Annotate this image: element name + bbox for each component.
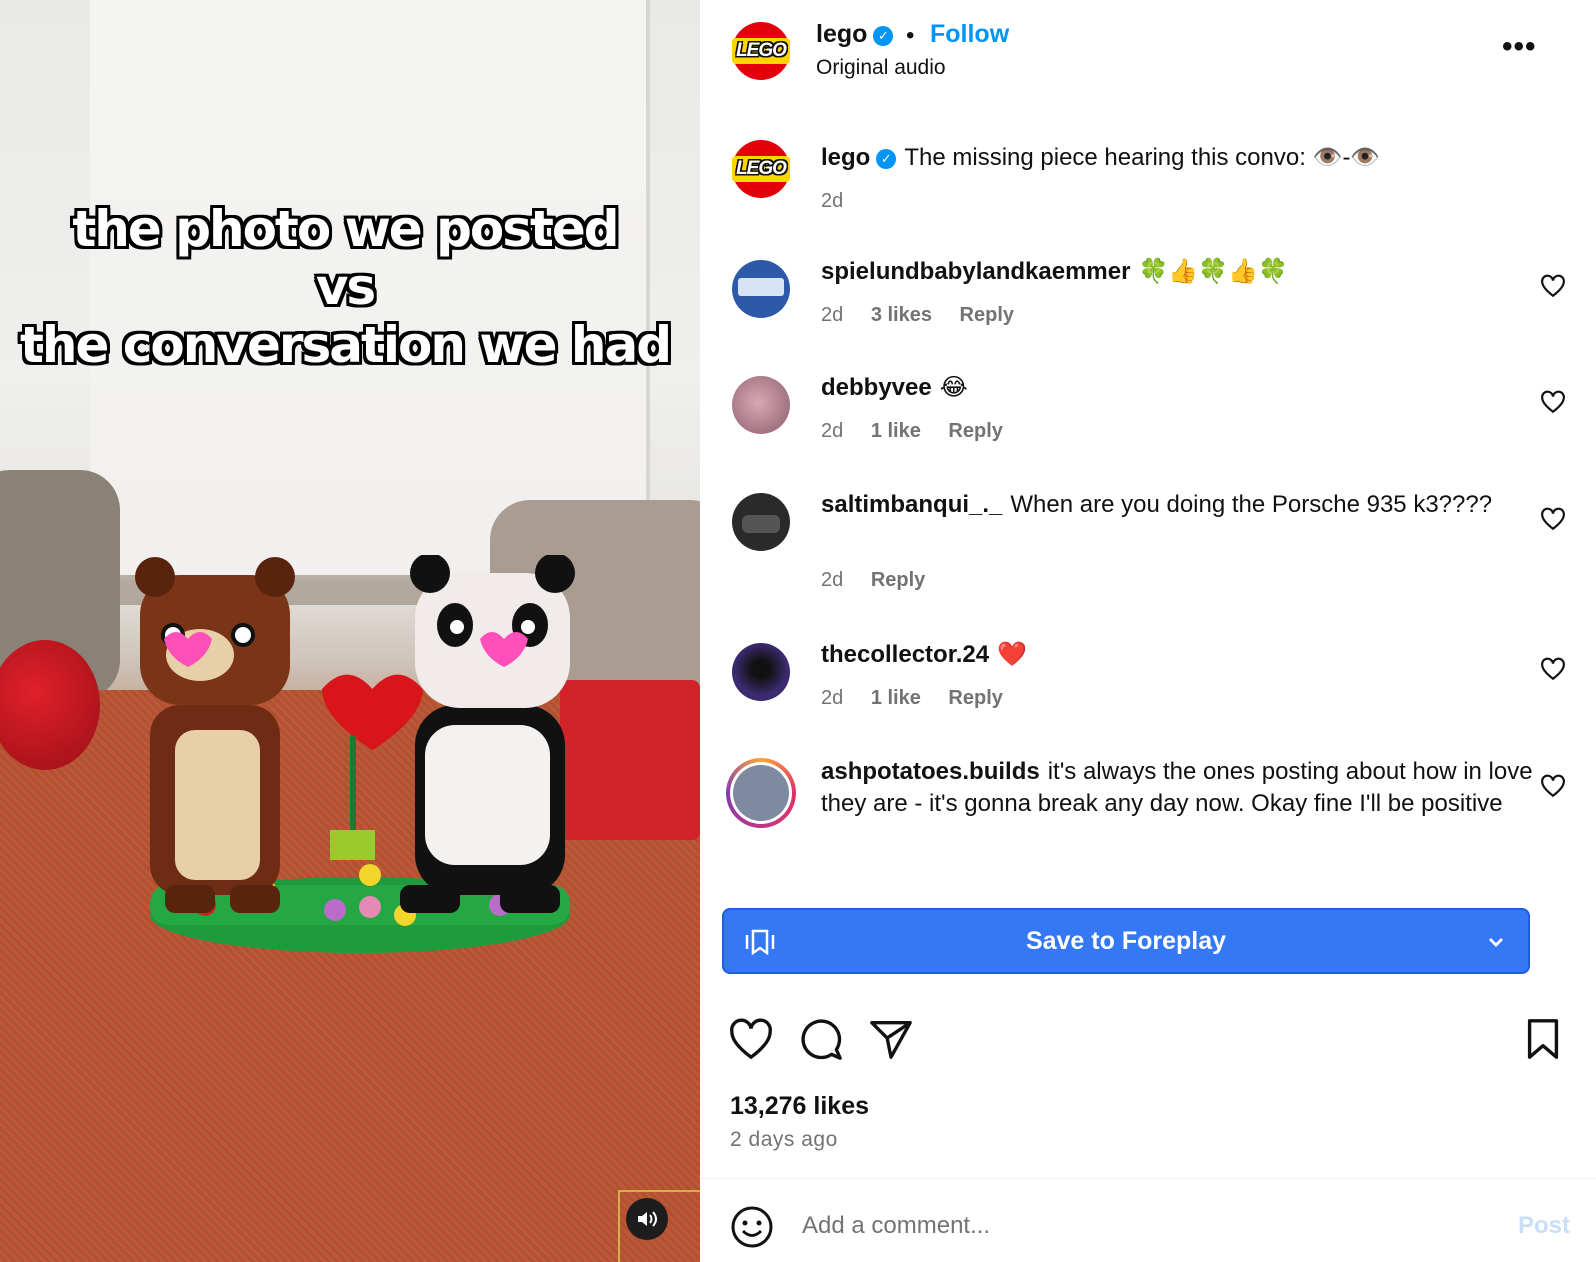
commenter-username[interactable]: saltimbanqui_._ — [821, 491, 1002, 518]
caption-body: lego ✓ The missing piece hearing this conv… — [821, 142, 1541, 174]
comments-list[interactable]: LEGO lego ✓ The missing piece hearing this… — [700, 104, 1596, 884]
save-bookmark-icon — [745, 929, 775, 956]
reply-button[interactable]: Reply — [948, 420, 1002, 442]
comment-meta: 2d 1 like Reply — [821, 687, 1025, 710]
commenter-avatar[interactable] — [732, 643, 790, 701]
comment-text: 🍀👍🍀👍🍀 — [1138, 258, 1288, 285]
comment-body: ashpotatoes.builds it's always the ones p… — [821, 756, 1541, 820]
save-to-foreplay-button[interactable]: Save to Foreplay — [722, 908, 1530, 974]
more-options-icon[interactable]: ••• — [1502, 30, 1537, 64]
commenter-avatar[interactable] — [732, 493, 790, 551]
comment-item: ashpotatoes.builds it's always the ones p… — [700, 756, 1596, 884]
caption-meta: 2d — [821, 190, 865, 213]
comment-like-heart-icon[interactable] — [1540, 774, 1566, 798]
comment-meta: 2d 3 likes Reply — [821, 304, 1036, 327]
author-username[interactable]: lego ✓ — [816, 20, 894, 49]
audio-toggle-button[interactable] — [626, 1198, 668, 1240]
comment-meta: 2d 1 like Reply — [821, 420, 1025, 443]
like-heart-icon[interactable] — [728, 1016, 774, 1062]
commenter-avatar-story-ring[interactable] — [726, 758, 796, 828]
post-actions — [700, 1016, 1596, 1076]
commenter-username[interactable]: thecollector.24 — [821, 641, 989, 668]
reply-button[interactable]: Reply — [948, 687, 1002, 709]
comment-time[interactable]: 2d — [821, 687, 843, 709]
comment-meta: 2d Reply — [821, 569, 947, 592]
reply-button[interactable]: Reply — [871, 569, 925, 591]
post-header: LEGO lego ✓ • Follow Original audio ••• — [700, 0, 1596, 104]
lego-logo: LEGO — [732, 38, 790, 64]
emoji-picker-icon[interactable] — [730, 1205, 774, 1249]
caption-time[interactable]: 2d — [821, 190, 843, 212]
original-audio-link[interactable]: Original audio — [816, 56, 946, 80]
commenter-username[interactable]: spielundbabylandkaemmer — [821, 258, 1130, 285]
meme-caption-line: the conversation we had — [19, 316, 672, 374]
comment-item: debbyvee 😂 2d 1 like Reply — [700, 372, 1596, 462]
caption-username-text[interactable]: lego — [821, 144, 870, 171]
meme-caption: the photo we posted vs the conversation … — [0, 200, 690, 374]
comment-time[interactable]: 2d — [821, 569, 843, 591]
post-age: 2 days ago — [730, 1128, 838, 1151]
lego-logo: LEGO — [732, 156, 790, 182]
comment-likes[interactable]: 1 like — [871, 420, 921, 442]
comment-like-heart-icon[interactable] — [1540, 390, 1566, 414]
meme-caption-line: vs — [315, 258, 376, 316]
separator-dot: • — [906, 22, 915, 49]
follow-button[interactable]: Follow — [930, 20, 1009, 49]
commenter-avatar[interactable] — [732, 260, 790, 318]
comment-like-heart-icon[interactable] — [1540, 274, 1566, 298]
reply-button[interactable]: Reply — [960, 304, 1014, 326]
commenter-avatar[interactable] — [732, 376, 790, 434]
add-comment-input[interactable]: Add a comment... — [802, 1212, 990, 1240]
comment-like-heart-icon[interactable] — [1540, 507, 1566, 531]
comment-icon[interactable] — [798, 1016, 844, 1062]
post-comment-button[interactable]: Post — [1518, 1212, 1570, 1240]
post-media[interactable]: the photo we posted vs the conversation … — [0, 0, 700, 1262]
divider — [700, 1178, 1596, 1179]
comment-like-heart-icon[interactable] — [1540, 657, 1566, 681]
comment-text: ❤️ — [997, 641, 1027, 668]
commenter-username[interactable]: debbyvee — [821, 374, 932, 401]
meme-caption-line: the photo we posted — [72, 200, 619, 258]
comment-item: saltimbanqui_._ When are you doing the Po… — [700, 489, 1596, 619]
lego-bear-panda-figures — [135, 555, 575, 953]
comment-time[interactable]: 2d — [821, 420, 843, 442]
verified-badge-icon: ✓ — [873, 26, 894, 46]
commenter-username[interactable]: ashpotatoes.builds — [821, 758, 1040, 785]
caption-username[interactable]: lego ✓ — [821, 144, 897, 171]
comment-body: thecollector.24 ❤️ — [821, 639, 1541, 671]
post-details-panel: LEGO lego ✓ • Follow Original audio ••• L… — [700, 0, 1596, 1262]
chevron-down-icon[interactable] — [1484, 930, 1508, 954]
comment-item: spielundbabylandkaemmer 🍀👍🍀👍🍀 2d 3 likes … — [700, 256, 1596, 346]
comment-text: 😂 — [939, 374, 968, 401]
comment-body: saltimbanqui_._ When are you doing the Po… — [821, 489, 1541, 521]
comment-time[interactable]: 2d — [821, 304, 843, 326]
comment-item: thecollector.24 ❤️ 2d 1 like Reply — [700, 639, 1596, 729]
bookmark-icon[interactable] — [1520, 1016, 1566, 1062]
verified-badge-icon: ✓ — [876, 149, 897, 169]
comment-text: When are you doing the Porsche 935 k3???… — [1010, 491, 1493, 518]
save-button-label: Save to Foreplay — [1025, 926, 1227, 955]
share-icon[interactable] — [868, 1016, 914, 1062]
comment-likes[interactable]: 1 like — [871, 687, 921, 709]
caption-text: The missing piece hearing this convo: 👁️… — [904, 144, 1381, 171]
author-username-text[interactable]: lego — [816, 20, 867, 48]
comment-likes[interactable]: 3 likes — [871, 304, 932, 326]
speaker-icon — [638, 1211, 657, 1227]
comment-body: debbyvee 😂 — [821, 372, 1541, 404]
caption-avatar[interactable]: LEGO — [732, 140, 790, 198]
comment-body: spielundbabylandkaemmer 🍀👍🍀👍🍀 — [821, 256, 1541, 288]
post-caption: LEGO lego ✓ The missing piece hearing this… — [700, 140, 1596, 230]
author-avatar[interactable]: LEGO — [732, 22, 790, 80]
likes-count[interactable]: 13,276 likes — [730, 1092, 869, 1121]
